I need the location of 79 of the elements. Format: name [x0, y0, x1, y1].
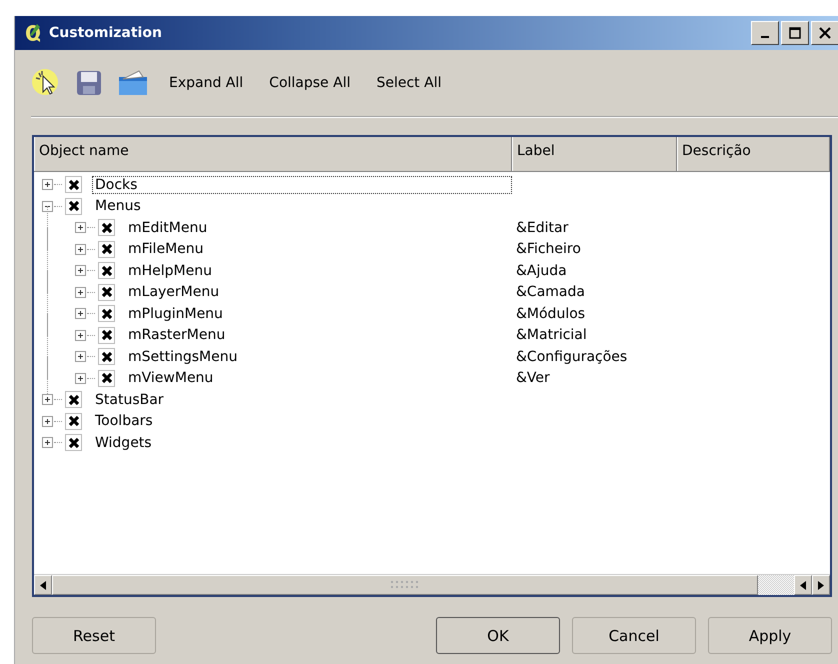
app-logo-icon	[25, 23, 41, 43]
checkbox[interactable]	[98, 348, 115, 366]
ok-button[interactable]: OK	[436, 617, 560, 654]
checkbox[interactable]	[98, 262, 115, 280]
grip-icon	[390, 579, 420, 591]
tree-item-label[interactable]: mSettingsMenu	[125, 348, 240, 366]
checkbox[interactable]	[98, 305, 115, 322]
close-button[interactable]	[811, 21, 838, 45]
checkbox[interactable]	[65, 434, 82, 452]
checkbox[interactable]	[98, 219, 115, 236]
horizontal-scrollbar[interactable]	[34, 574, 830, 595]
window-title: Customization	[49, 25, 163, 41]
scrollbar-thumb[interactable]	[52, 575, 758, 595]
checkbox[interactable]	[65, 391, 82, 408]
expander-icon[interactable]	[42, 394, 53, 406]
expander-icon[interactable]	[75, 351, 86, 362]
expander-icon[interactable]	[42, 437, 53, 448]
select-tool-button[interactable]	[31, 68, 61, 98]
tree-item-label[interactable]: Widgets	[92, 434, 155, 452]
tree-item-label[interactable]: Docks	[92, 176, 512, 194]
checkbox[interactable]	[65, 198, 82, 215]
checkbox[interactable]	[98, 326, 115, 344]
tree-item-label[interactable]: mRasterMenu	[125, 326, 228, 344]
item-label-text: &Módulos	[516, 306, 586, 322]
item-label-text: &Configurações	[516, 348, 628, 365]
expander-icon[interactable]	[75, 330, 86, 341]
tree-item-label[interactable]: Menus	[92, 197, 144, 216]
expander-icon[interactable]	[75, 308, 86, 320]
expander-icon[interactable]	[42, 416, 53, 427]
tree-item-label[interactable]: mHelpMenu	[125, 262, 215, 280]
right-arrow-icon	[818, 580, 824, 590]
expander-icon[interactable]	[75, 372, 86, 384]
left-arrow-icon	[800, 580, 806, 590]
toolbar-button[interactable]: Expand All	[163, 75, 250, 91]
tree-item-label[interactable]: Toolbars	[92, 412, 156, 430]
cursor-icon	[31, 68, 61, 98]
close-icon	[819, 27, 831, 39]
item-label-text: &Ajuda	[516, 262, 567, 279]
tree-item-label[interactable]: mFileMenu	[125, 240, 207, 258]
item-label-text: &Camada	[516, 284, 585, 300]
column-header[interactable]: Descrição	[677, 137, 830, 171]
reset-button[interactable]: Reset	[32, 617, 156, 654]
expander-icon[interactable]	[42, 179, 53, 190]
minimize-icon	[761, 36, 769, 38]
maximize-icon	[789, 27, 801, 39]
checkbox[interactable]	[98, 240, 115, 258]
item-label-text: &Ficheiro	[516, 241, 581, 258]
tree-item-label[interactable]: StatusBar	[92, 390, 167, 409]
checkbox[interactable]	[98, 284, 115, 301]
folder-icon	[117, 69, 149, 97]
toolbar-button[interactable]: Select All	[370, 75, 448, 91]
toolbar-button[interactable]: Collapse All	[263, 75, 356, 91]
maximize-button[interactable]	[781, 21, 809, 45]
scroll-left-button[interactable]	[794, 575, 812, 595]
apply-button[interactable]: Apply	[708, 617, 832, 654]
scroll-left-button[interactable]	[34, 575, 52, 595]
minimize-button[interactable]	[751, 21, 779, 45]
tree-item-label[interactable]: mViewMenu	[125, 369, 216, 388]
item-label-text: &Ver	[516, 370, 550, 386]
expander-icon[interactable]	[75, 244, 86, 255]
column-header[interactable]: Object name	[34, 137, 512, 171]
checkbox[interactable]	[65, 176, 82, 194]
item-label-text: &Matricial	[516, 327, 587, 344]
left-arrow-icon	[40, 580, 46, 590]
open-button[interactable]	[117, 69, 149, 97]
expander-icon[interactable]	[75, 265, 86, 276]
expander-icon[interactable]	[75, 222, 86, 234]
scroll-right-button[interactable]	[812, 575, 830, 595]
checkbox[interactable]	[98, 370, 115, 387]
expander-icon[interactable]	[75, 286, 86, 298]
checkbox[interactable]	[65, 412, 82, 430]
item-label-text: &Editar	[516, 220, 568, 236]
expander-icon[interactable]	[42, 200, 53, 212]
tree-item-label[interactable]: mLayerMenu	[125, 283, 222, 302]
tree-item-label[interactable]: mEditMenu	[125, 218, 210, 237]
column-header[interactable]: Label	[512, 137, 677, 171]
tree-item-label[interactable]: mPluginMenu	[125, 304, 226, 323]
save-button[interactable]	[75, 69, 103, 97]
cancel-button[interactable]: Cancel	[572, 617, 696, 654]
